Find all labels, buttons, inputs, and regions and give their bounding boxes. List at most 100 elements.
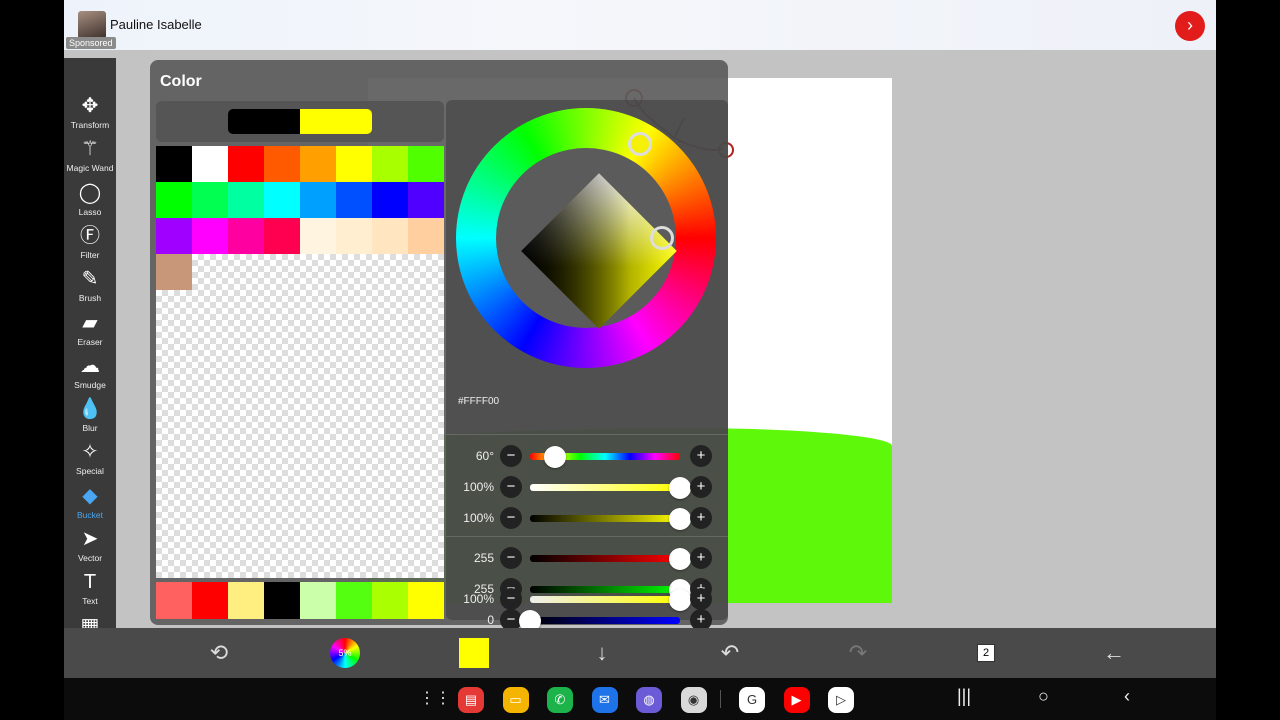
redo-icon[interactable]: ↷: [843, 638, 873, 668]
special-wand-icon: ✧: [81, 441, 99, 464]
hue-handle[interactable]: [628, 132, 652, 156]
tool-bucket[interactable]: ◆ Bucket: [64, 482, 116, 525]
alpha-track[interactable]: [530, 596, 680, 603]
palette-swatch[interactable]: [156, 254, 192, 290]
palette-swatch[interactable]: [372, 218, 408, 254]
palette-swatch[interactable]: [228, 146, 264, 182]
alpha-plus-button[interactable]: +: [690, 588, 712, 610]
tool-smudge[interactable]: ☁ Smudge: [64, 352, 116, 395]
app-youtube-icon[interactable]: ▶: [783, 687, 810, 713]
palette-swatch[interactable]: [300, 146, 336, 182]
palette-swatch[interactable]: [300, 182, 336, 218]
app-folder-icon[interactable]: ▭: [502, 687, 529, 713]
app-google-icon[interactable]: G: [739, 687, 765, 713]
palette-swatch[interactable]: [264, 146, 300, 182]
palette-swatch[interactable]: [336, 146, 372, 182]
recents-icon[interactable]: |||: [957, 686, 971, 707]
palette-swatch[interactable]: [156, 218, 192, 254]
saturation-track[interactable]: [530, 484, 680, 491]
red-track[interactable]: [530, 555, 680, 562]
palette-swatch[interactable]: [408, 182, 444, 218]
palette-swatch[interactable]: [372, 182, 408, 218]
tool-vector[interactable]: ➤ Vector: [64, 525, 116, 568]
blue-track[interactable]: [530, 617, 680, 624]
back-arrow-icon[interactable]: ←: [1099, 638, 1129, 668]
hue-minus-button[interactable]: −: [500, 445, 522, 467]
value-minus-button[interactable]: −: [500, 507, 522, 529]
blue-value: 0: [487, 613, 494, 627]
alpha-minus-button[interactable]: −: [500, 588, 522, 610]
recent-swatch[interactable]: [264, 582, 300, 619]
saturation-thumb[interactable]: [669, 477, 691, 499]
tool-special[interactable]: ✧ Special: [64, 438, 116, 481]
recent-swatch[interactable]: [372, 582, 408, 619]
app-drawer-icon[interactable]: ⋮⋮: [419, 688, 451, 708]
palette-swatch[interactable]: [264, 182, 300, 218]
recent-swatch[interactable]: [408, 582, 444, 619]
swap-rotate-icon[interactable]: ⟲: [204, 638, 234, 668]
tool-blur[interactable]: 💧 Blur: [64, 395, 116, 438]
app-camera-icon[interactable]: ◉: [680, 687, 707, 713]
hue-thumb[interactable]: [544, 446, 567, 468]
ad-banner[interactable]: Pauline Isabelle Sponsored ›: [64, 0, 1216, 50]
palette-grid: [156, 146, 444, 578]
red-plus-button[interactable]: +: [690, 547, 712, 569]
tool-filter[interactable]: Ⓕ Filter: [64, 222, 116, 265]
saturation-minus-button[interactable]: −: [500, 476, 522, 498]
palette-swatch[interactable]: [264, 218, 300, 254]
undo-icon[interactable]: ↶: [715, 638, 745, 668]
previous-color-swatch[interactable]: [228, 109, 300, 134]
hue-ring[interactable]: [456, 108, 716, 368]
back-icon[interactable]: ‹: [1124, 686, 1130, 707]
recent-swatch[interactable]: [228, 582, 264, 619]
palette-swatch[interactable]: [336, 218, 372, 254]
home-icon[interactable]: ○: [1038, 686, 1049, 707]
alpha-thumb[interactable]: [669, 589, 691, 611]
tool-transform[interactable]: ✥ Transform: [64, 92, 116, 135]
tool-text[interactable]: T Text: [64, 568, 116, 611]
app-messages-icon[interactable]: ✉: [591, 687, 618, 713]
tool-magic-wand[interactable]: ⚚ Magic Wand: [64, 135, 116, 178]
tool-label: Lasso: [78, 206, 102, 217]
value-plus-button[interactable]: +: [690, 507, 712, 529]
palette-swatch[interactable]: [156, 182, 192, 218]
palette-swatch[interactable]: [300, 218, 336, 254]
palette-swatch[interactable]: [372, 146, 408, 182]
palette-swatch[interactable]: [228, 218, 264, 254]
value-track[interactable]: [530, 515, 680, 522]
tool-lasso[interactable]: ◯ Lasso: [64, 179, 116, 222]
palette-swatch[interactable]: [192, 182, 228, 218]
sv-handle[interactable]: [650, 226, 674, 250]
palette-swatch[interactable]: [408, 218, 444, 254]
recent-swatch[interactable]: [336, 582, 372, 619]
layers-button[interactable]: 2: [971, 638, 1001, 668]
tool-eraser[interactable]: ▰ Eraser: [64, 309, 116, 352]
saturation-plus-button[interactable]: +: [690, 476, 712, 498]
current-color-button[interactable]: [459, 638, 489, 668]
tool-label: Text: [82, 596, 98, 607]
red-thumb[interactable]: [669, 548, 691, 570]
app-play-icon[interactable]: ▷: [828, 687, 854, 713]
recent-swatch[interactable]: [156, 582, 192, 619]
palette-swatch[interactable]: [228, 182, 264, 218]
hue-plus-button[interactable]: +: [690, 445, 712, 467]
hue-value: 60°: [475, 449, 494, 463]
palette-swatch[interactable]: [192, 218, 228, 254]
recent-swatch[interactable]: [300, 582, 336, 619]
app-red-icon[interactable]: ▤: [458, 687, 484, 713]
palette-swatch[interactable]: [192, 146, 228, 182]
app-phone-icon[interactable]: ✆: [547, 687, 573, 713]
value-thumb[interactable]: [669, 508, 691, 530]
chevron-right-icon[interactable]: ›: [1175, 11, 1205, 41]
hue-slider-row: 60° − +: [446, 441, 728, 471]
current-color-swatch[interactable]: [300, 109, 372, 134]
red-minus-button[interactable]: −: [500, 547, 522, 569]
app-browser-icon[interactable]: ◍: [636, 687, 662, 713]
palette-swatch[interactable]: [336, 182, 372, 218]
tool-brush[interactable]: ✎ Brush: [64, 265, 116, 308]
arrow-down-icon[interactable]: ↓: [587, 638, 617, 668]
recent-swatch[interactable]: [192, 582, 228, 619]
palette-swatch[interactable]: [156, 146, 192, 182]
color-wheel-button[interactable]: 5%: [330, 638, 360, 668]
palette-swatch[interactable]: [408, 146, 444, 182]
